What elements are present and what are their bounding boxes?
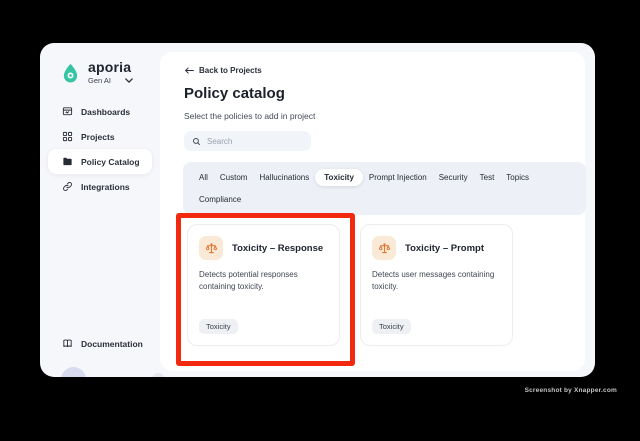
brand-name: aporia [88,59,132,75]
link-icon [62,181,73,192]
folder-icon [62,156,73,167]
back-to-projects-link[interactable]: Back to Projects [185,66,262,75]
sidebar-item-label: Dashboards [81,106,131,117]
sidebar-item-policy-catalog[interactable]: Policy Catalog [48,149,152,174]
arrow-left-icon [185,67,194,74]
back-label: Back to Projects [199,66,262,75]
tab-toxicity[interactable]: Toxicity [315,169,363,186]
search-input[interactable] [207,136,297,146]
policy-filter-tabs: All Custom Hallucinations Toxicity Promp… [183,162,586,215]
search-box[interactable] [184,131,311,151]
scales-icon [372,236,396,260]
grid-icon [62,131,73,142]
tab-security[interactable]: Security [433,169,474,186]
card-tag: Toxicity [199,319,238,334]
sidebar-item-label: Policy Catalog [81,156,140,167]
search-icon [192,137,201,146]
tab-custom[interactable]: Custom [214,169,254,186]
policy-card-toxicity-prompt[interactable]: Toxicity – Prompt Detects user messages … [360,224,513,346]
book-icon [62,338,73,349]
sidebar-nav: Dashboards Projects Policy Catalog Integ… [40,99,160,199]
main-panel: Back to Projects Policy catalog Select t… [160,52,586,371]
card-title: Toxicity – Response [232,242,324,254]
sidebar-item-documentation[interactable]: Documentation [40,331,160,356]
aporia-logo-icon [60,62,81,83]
app-window: aporia Gen AI Dashboards Projects Policy… [40,43,595,377]
tab-test[interactable]: Test [474,169,501,186]
sidebar-item-label: Projects [81,131,115,142]
screenshot-stage: aporia Gen AI Dashboards Projects Policy… [0,0,640,441]
tab-compliance[interactable]: Compliance [193,191,247,208]
logo-text: aporia Gen AI [88,60,133,85]
sidebar: aporia Gen AI Dashboards Projects Policy… [40,43,165,377]
card-title: Toxicity – Prompt [405,242,485,254]
watermark-text: Screenshot by Xnapper.com [524,387,617,394]
tab-prompt-injection[interactable]: Prompt Injection [363,169,433,186]
scales-icon [199,236,223,260]
page-title: Policy catalog [184,85,285,102]
card-description: Detects user messages containing toxicit… [372,270,495,292]
tab-hallucinations[interactable]: Hallucinations [253,169,315,186]
sidebar-item-label: Documentation [81,338,143,349]
workspace-switcher[interactable]: aporia Gen AI [60,60,160,85]
tab-all[interactable]: All [193,169,214,186]
sidebar-item-label: Integrations [81,181,130,192]
card-tag: Toxicity [372,319,411,334]
chevron-down-icon [125,78,133,83]
chat-bubble[interactable] [152,373,165,377]
policy-cards: Toxicity – Response Detects potential re… [187,224,513,346]
workspace-name: Gen AI [88,76,111,85]
sidebar-item-integrations[interactable]: Integrations [40,174,160,199]
card-description: Detects potential responses containing t… [199,270,298,292]
tab-topics[interactable]: Topics [500,169,535,186]
avatar[interactable] [61,367,86,377]
sidebar-footer: Documentation [40,331,160,356]
dashboard-icon [62,106,73,117]
page-subtitle: Select the policies to add in project [184,111,316,121]
sidebar-item-dashboards[interactable]: Dashboards [40,99,160,124]
policy-card-toxicity-response[interactable]: Toxicity – Response Detects potential re… [187,224,340,346]
sidebar-item-projects[interactable]: Projects [40,124,160,149]
